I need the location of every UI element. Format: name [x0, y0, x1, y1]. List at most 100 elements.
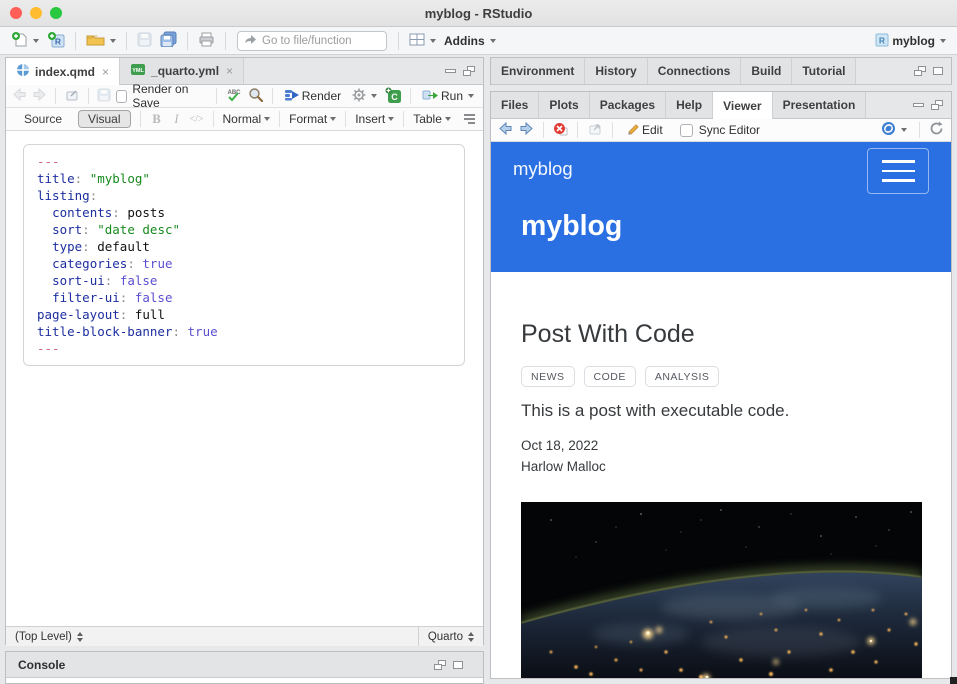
viewer-back-button[interactable]: [498, 122, 513, 138]
render-icon: [284, 89, 300, 104]
editor-tab-quarto-yml[interactable]: YML _quarto.yml ×: [120, 58, 244, 84]
tab-viewer[interactable]: Viewer: [713, 92, 772, 119]
tab-presentation[interactable]: Presentation: [773, 92, 867, 118]
open-in-new-window-button[interactable]: [64, 88, 80, 104]
bold-button[interactable]: B: [150, 112, 164, 127]
tab-files[interactable]: Files: [491, 92, 539, 118]
save-all-button[interactable]: [157, 29, 180, 52]
insert-dropdown[interactable]: Insert: [355, 112, 394, 126]
tab-build[interactable]: Build: [741, 58, 792, 84]
editor-tabbar: index.qmd × YML _quarto.yml ×: [6, 58, 483, 85]
hamburger-icon: [882, 160, 915, 182]
format-dropdown[interactable]: Format: [289, 112, 336, 126]
restore-pane-icon[interactable]: [914, 66, 926, 76]
goto-file-search[interactable]: [237, 31, 387, 51]
render-options-button[interactable]: [349, 86, 380, 107]
minimize-pane-icon[interactable]: [913, 103, 924, 107]
pane-layout-button[interactable]: [406, 31, 439, 51]
publish-button[interactable]: [878, 119, 910, 141]
open-folder-icon: [86, 32, 105, 50]
run-icon: [422, 89, 439, 104]
scope-selector[interactable]: (Top Level): [6, 627, 92, 646]
environment-tabbar: Environment History Connections Build Tu…: [491, 58, 951, 85]
forward-button[interactable]: [32, 88, 47, 104]
table-label: Table: [413, 112, 442, 126]
r-project-cube-icon: R: [874, 31, 890, 50]
window-resize-grip[interactable]: [950, 677, 957, 684]
open-file-button[interactable]: [83, 30, 119, 52]
tab-close-icon[interactable]: ×: [102, 65, 109, 79]
minimize-pane-icon[interactable]: [445, 69, 456, 73]
viewer-edit-button[interactable]: Edit: [622, 120, 666, 141]
category-badge-analysis[interactable]: ANALYSIS: [645, 366, 720, 387]
files-viewer-pane: Files Plots Packages Help Viewer Present…: [490, 91, 952, 679]
main-toolbar: R Addins: [0, 27, 957, 55]
tab-help[interactable]: Help: [666, 92, 713, 118]
goto-file-input[interactable]: [262, 35, 372, 47]
blog-navbar-brand[interactable]: myblog: [513, 158, 573, 180]
yml-file-icon: YML: [130, 63, 146, 79]
project-name-label: myblog: [892, 34, 935, 48]
blog-banner-title: myblog: [521, 210, 622, 243]
tab-tutorial[interactable]: Tutorial: [792, 58, 856, 84]
back-button[interactable]: [12, 88, 27, 104]
find-replace-button[interactable]: [248, 87, 264, 105]
svg-text:YML: YML: [132, 68, 144, 74]
visual-mode-button[interactable]: Visual: [78, 110, 130, 128]
viewer-forward-button[interactable]: [519, 122, 534, 138]
zoom-window-button[interactable]: [50, 7, 62, 19]
new-project-button[interactable]: R: [44, 29, 68, 53]
table-dropdown[interactable]: Table: [413, 112, 451, 126]
category-badge-code[interactable]: CODE: [584, 366, 636, 387]
render-button[interactable]: Render: [281, 87, 344, 106]
tab-history[interactable]: History: [585, 58, 647, 84]
render-label: Render: [302, 89, 341, 103]
yaml-code-block[interactable]: ---title: "myblog"listing: contents: pos…: [23, 144, 465, 366]
paragraph-style-dropdown[interactable]: Normal: [223, 112, 271, 126]
svg-text:ABC: ABC: [227, 90, 241, 96]
render-on-save-checkbox[interactable]: [116, 90, 128, 103]
navbar-toggler-button[interactable]: [867, 148, 929, 194]
tab-plots[interactable]: Plots: [539, 92, 589, 118]
run-button[interactable]: Run: [419, 87, 477, 106]
tab-close-icon[interactable]: ×: [226, 64, 233, 78]
minimize-window-button[interactable]: [30, 7, 42, 19]
viewer-content: myblog myblog Post With Code NEWS CODE A…: [491, 142, 951, 679]
project-menu-button[interactable]: R myblog: [871, 29, 949, 52]
restore-pane-icon[interactable]: [463, 66, 475, 76]
editor-tab-index-qmd[interactable]: index.qmd ×: [6, 58, 120, 85]
restore-pane-icon[interactable]: [931, 100, 943, 110]
print-button[interactable]: [195, 30, 218, 52]
save-document-button[interactable]: [97, 88, 111, 105]
tab-packages[interactable]: Packages: [590, 92, 666, 118]
close-window-button[interactable]: [10, 7, 22, 19]
viewer-edit-label: Edit: [642, 123, 663, 137]
viewer-popout-button[interactable]: [587, 122, 603, 138]
code-button[interactable]: </>: [190, 114, 204, 125]
viewer-clear-button[interactable]: [553, 122, 568, 139]
sync-editor-checkbox[interactable]: [680, 124, 693, 137]
render-on-save-label: Render on Save: [132, 82, 208, 110]
italic-button[interactable]: I: [170, 112, 184, 127]
save-all-icon: [160, 31, 177, 50]
category-badge-news[interactable]: NEWS: [521, 366, 575, 387]
viewer-refresh-button[interactable]: [929, 121, 944, 139]
maximize-pane-icon[interactable]: [453, 661, 463, 669]
quarto-file-icon: [16, 63, 30, 80]
document-mode-selector[interactable]: Quarto: [418, 627, 483, 646]
new-file-button[interactable]: [8, 29, 42, 53]
outline-toggle-icon[interactable]: [464, 114, 475, 124]
addins-button[interactable]: Addins: [441, 32, 499, 50]
save-button[interactable]: [134, 30, 155, 52]
pencil-icon: [625, 122, 640, 139]
source-mode-button[interactable]: Source: [14, 110, 72, 128]
updown-icon: [468, 632, 474, 642]
insert-chunk-button[interactable]: C: [385, 87, 402, 106]
tab-connections[interactable]: Connections: [648, 58, 742, 84]
restore-pane-icon[interactable]: [434, 660, 446, 670]
tab-environment[interactable]: Environment: [491, 58, 585, 84]
maximize-pane-icon[interactable]: [933, 67, 943, 75]
save-icon: [137, 32, 152, 50]
post-category-badges: NEWS CODE ANALYSIS: [521, 366, 719, 387]
spellcheck-button[interactable]: ABC: [225, 87, 243, 106]
